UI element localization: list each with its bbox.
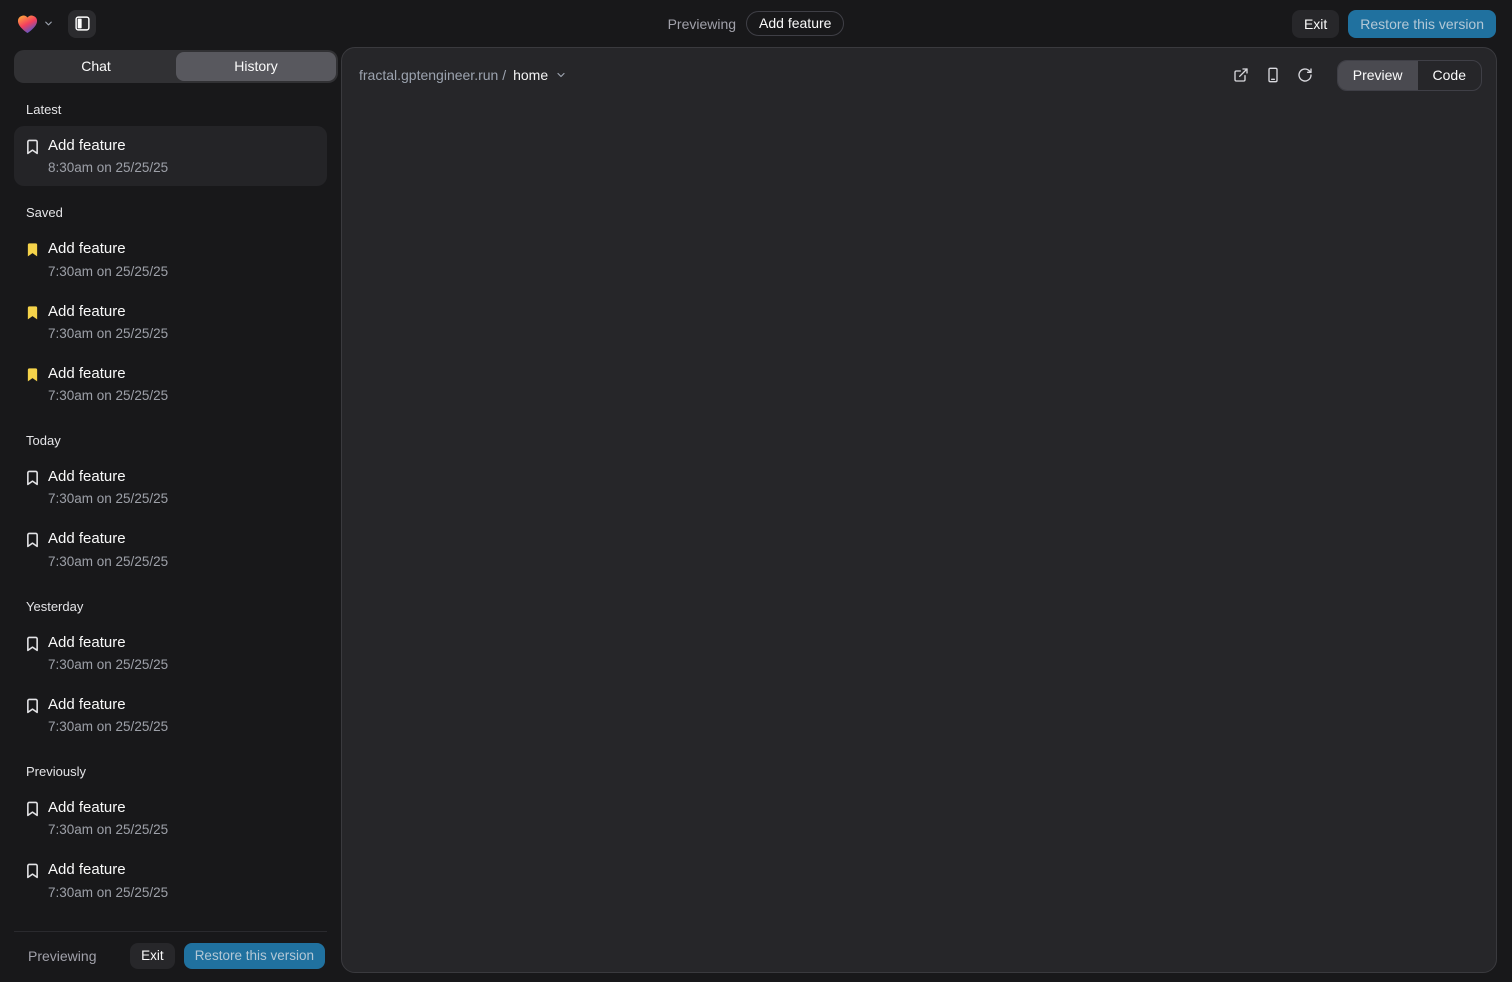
refresh-button[interactable] xyxy=(1291,61,1319,89)
version-timestamp: 7:30am on 25/25/25 xyxy=(48,885,168,900)
version-item[interactable]: Add feature 7:30am on 25/25/25 xyxy=(14,850,327,910)
url-domain: fractal.gptengineer.run / xyxy=(359,67,506,83)
history-sidebar: Chat History Latest Add feature 8:30am o… xyxy=(0,47,341,982)
version-item[interactable]: Add feature 7:30am on 25/25/25 xyxy=(14,788,327,848)
history-section: Previously Add feature 7:30am on 25/25/2… xyxy=(14,764,327,911)
history-section-title: Yesterday xyxy=(14,599,327,614)
history-section-title: Latest xyxy=(14,102,327,117)
version-timestamp: 8:30am on 25/25/25 xyxy=(48,160,168,175)
version-title: Add feature xyxy=(48,798,168,818)
sidebar-footer: Previewing Exit Restore this version xyxy=(14,931,327,982)
tab-history[interactable]: History xyxy=(176,52,336,81)
refresh-icon xyxy=(1297,67,1313,83)
history-section: Yesterday Add feature 7:30am on 25/25/25 xyxy=(14,599,327,746)
mobile-view-button[interactable] xyxy=(1259,61,1287,89)
version-timestamp: 7:30am on 25/25/25 xyxy=(48,264,168,279)
lovable-heart-logo-icon xyxy=(16,13,39,34)
version-item[interactable]: Add feature 7:30am on 25/25/25 xyxy=(14,519,327,579)
workspace-menu-button[interactable] xyxy=(16,13,54,34)
version-title: Add feature xyxy=(48,860,168,880)
version-timestamp: 7:30am on 25/25/25 xyxy=(48,388,168,403)
bookmark-icon xyxy=(26,532,39,548)
version-title: Add feature xyxy=(48,529,168,549)
restore-version-button[interactable]: Restore this version xyxy=(1348,10,1496,38)
preview-viewport[interactable] xyxy=(342,102,1496,972)
restore-version-button[interactable]: Restore this version xyxy=(184,943,325,969)
bookmark-icon xyxy=(26,367,39,383)
chevron-down-icon xyxy=(555,69,567,81)
view-mode-toggle: Preview Code xyxy=(1337,60,1482,91)
version-history-list[interactable]: Latest Add feature 8:30am on 25/25/25 Sa… xyxy=(14,83,338,931)
version-timestamp: 7:30am on 25/25/25 xyxy=(48,822,168,837)
open-in-new-tab-button[interactable] xyxy=(1227,61,1255,89)
history-section-title: Today xyxy=(14,433,327,448)
version-item[interactable]: Add feature 8:30am on 25/25/25 xyxy=(14,126,327,186)
version-timestamp: 7:30am on 25/25/25 xyxy=(48,719,168,734)
preview-panel: fractal.gptengineer.run / home xyxy=(341,47,1497,973)
history-section: Latest Add feature 8:30am on 25/25/25 xyxy=(14,102,327,186)
version-item[interactable]: Add feature 7:30am on 25/25/25 xyxy=(14,685,327,745)
panel-left-icon xyxy=(74,15,91,32)
tab-chat[interactable]: Chat xyxy=(16,52,176,81)
version-title: Add feature xyxy=(48,239,168,259)
exit-button[interactable]: Exit xyxy=(130,943,175,969)
toggle-preview-button[interactable]: Preview xyxy=(1338,61,1418,90)
bookmark-icon xyxy=(26,470,39,486)
version-item[interactable]: Add feature 7:30am on 25/25/25 xyxy=(14,229,327,289)
previewing-status-label: Previewing xyxy=(668,16,736,32)
url-current-page: home xyxy=(513,67,548,83)
chevron-down-icon xyxy=(43,18,54,29)
version-title: Add feature xyxy=(48,633,168,653)
version-timestamp: 7:30am on 25/25/25 xyxy=(48,491,168,506)
version-timestamp: 7:30am on 25/25/25 xyxy=(48,657,168,672)
bookmark-icon xyxy=(26,139,39,155)
bookmark-icon xyxy=(26,863,39,879)
version-title: Add feature xyxy=(48,364,168,384)
external-link-icon xyxy=(1233,67,1249,83)
sidebar-tab-bar: Chat History xyxy=(14,50,338,83)
bookmark-icon xyxy=(26,801,39,817)
history-section-title: Saved xyxy=(14,205,327,220)
exit-button[interactable]: Exit xyxy=(1292,10,1339,38)
previewing-status-label: Previewing xyxy=(28,948,96,964)
history-section: Saved Add feature 7:30am on 25/25/25 Add xyxy=(14,205,327,414)
version-item[interactable]: Add feature 7:30am on 25/25/25 xyxy=(14,292,327,352)
toggle-code-button[interactable]: Code xyxy=(1418,61,1481,90)
version-title: Add feature xyxy=(48,302,168,322)
version-timestamp: 7:30am on 25/25/25 xyxy=(48,326,168,341)
toggle-sidebar-button[interactable] xyxy=(68,10,96,38)
version-timestamp: 7:30am on 25/25/25 xyxy=(48,554,168,569)
version-item[interactable]: Add feature 7:30am on 25/25/25 xyxy=(14,354,327,414)
version-item[interactable]: Add feature 7:30am on 25/25/25 xyxy=(14,457,327,517)
history-section-title: Previously xyxy=(14,764,327,779)
bookmark-icon xyxy=(26,698,39,714)
history-section: Today Add feature 7:30am on 25/25/25 Add xyxy=(14,433,327,580)
version-name-pill[interactable]: Add feature xyxy=(746,11,844,36)
smartphone-icon xyxy=(1265,67,1281,83)
version-title: Add feature xyxy=(48,136,168,156)
version-title: Add feature xyxy=(48,695,168,715)
preview-header: fractal.gptengineer.run / home xyxy=(342,48,1496,102)
bookmark-icon xyxy=(26,242,39,258)
version-item[interactable]: Add feature 7:30am on 25/25/25 xyxy=(14,623,327,683)
bookmark-icon xyxy=(26,305,39,321)
version-title: Add feature xyxy=(48,467,168,487)
page-url-selector[interactable]: fractal.gptengineer.run / home xyxy=(359,67,567,83)
bookmark-icon xyxy=(26,636,39,652)
topbar: Previewing Add feature Exit Restore this… xyxy=(0,0,1512,47)
